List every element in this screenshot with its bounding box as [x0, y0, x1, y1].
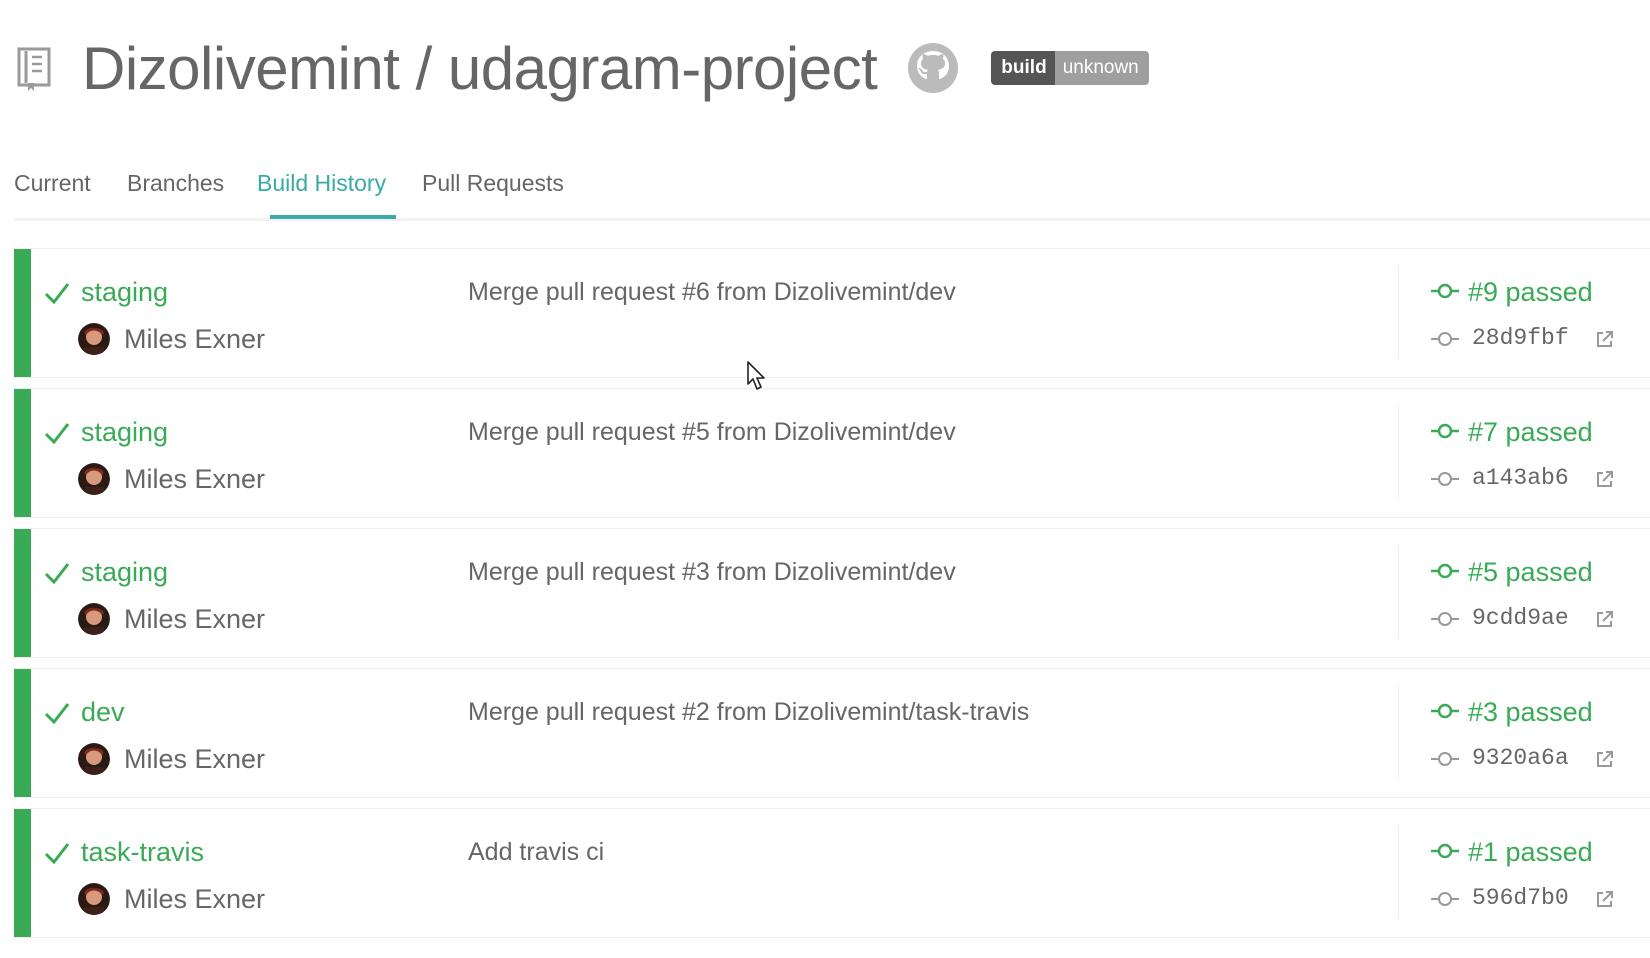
branch-name[interactable]: task-travis [81, 837, 204, 868]
commit-author: Miles Exner [124, 744, 266, 774]
divider [1398, 825, 1399, 919]
external-link-icon[interactable] [1595, 469, 1615, 489]
build-number[interactable]: #1 passed [1468, 837, 1593, 868]
external-link-icon[interactable] [1595, 749, 1615, 769]
commit-sha[interactable]: a143ab6 [1472, 465, 1569, 491]
commit-message[interactable]: Add travis ci [468, 838, 604, 867]
passed-check-icon [44, 423, 70, 445]
commit-sha[interactable]: 596d7b0 [1472, 885, 1569, 911]
build-row[interactable]: task-travis Miles Exner Add travis ci #1… [14, 808, 1650, 938]
status-bar [14, 809, 31, 937]
build-commit-icon [1431, 843, 1459, 859]
divider [1398, 405, 1399, 499]
external-link-icon[interactable] [1595, 609, 1615, 629]
commit-author: Miles Exner [124, 464, 266, 494]
status-bar [14, 669, 31, 797]
branch-name[interactable]: dev [81, 697, 125, 728]
tab-build-history[interactable]: Build History [257, 170, 386, 197]
repo-title[interactable]: Dizolivemint / udagram-project [82, 34, 878, 103]
commit-icon [1431, 752, 1459, 766]
build-status-badge[interactable]: build unknown [991, 51, 1149, 85]
commit-author: Miles Exner [124, 604, 266, 634]
badge-value: unknown [1054, 51, 1149, 85]
commit-message[interactable]: Merge pull request #5 from Dizolivemint/… [468, 418, 956, 447]
status-bar [14, 529, 31, 657]
avatar [78, 463, 110, 495]
badge-label: build [991, 51, 1055, 85]
build-number[interactable]: #5 passed [1468, 557, 1593, 588]
commit-icon [1431, 892, 1459, 906]
avatar [78, 323, 110, 355]
build-number[interactable]: #3 passed [1468, 697, 1593, 728]
divider [1398, 545, 1399, 639]
tab-pull-requests[interactable]: Pull Requests [422, 170, 564, 197]
build-commit-icon [1431, 703, 1459, 719]
status-bar [14, 249, 31, 377]
divider [1398, 685, 1399, 779]
passed-check-icon [44, 703, 70, 725]
build-commit-icon [1431, 423, 1459, 439]
branch-name[interactable]: staging [81, 417, 168, 448]
commit-author: Miles Exner [124, 884, 266, 914]
tab-branches[interactable]: Branches [127, 170, 224, 197]
commit-icon [1431, 332, 1459, 346]
commit-icon [1431, 612, 1459, 626]
repo-tabs: Current Branches Build History Pull Requ… [14, 160, 1650, 221]
build-history-list: staging Miles Exner Merge pull request #… [14, 248, 1650, 948]
commit-sha[interactable]: 28d9fbf [1472, 325, 1569, 351]
passed-check-icon [44, 843, 70, 865]
avatar [78, 743, 110, 775]
build-commit-icon [1431, 563, 1459, 579]
build-number[interactable]: #9 passed [1468, 277, 1593, 308]
avatar [78, 603, 110, 635]
commit-sha[interactable]: 9cdd9ae [1472, 605, 1569, 631]
branch-name[interactable]: staging [81, 277, 168, 308]
commit-message[interactable]: Merge pull request #6 from Dizolivemint/… [468, 278, 956, 307]
commit-message[interactable]: Merge pull request #3 from Dizolivemint/… [468, 558, 956, 587]
passed-check-icon [44, 563, 70, 585]
passed-check-icon [44, 283, 70, 305]
build-number[interactable]: #7 passed [1468, 417, 1593, 448]
commit-author: Miles Exner [124, 324, 266, 354]
commit-sha[interactable]: 9320a6a [1472, 745, 1569, 771]
build-row[interactable]: staging Miles Exner Merge pull request #… [14, 528, 1650, 658]
repo-header: Dizolivemint / udagram-project build unk… [16, 28, 1149, 108]
avatar [78, 883, 110, 915]
active-tab-indicator [270, 215, 396, 219]
github-icon[interactable] [907, 42, 959, 94]
build-commit-icon [1431, 283, 1459, 299]
build-row[interactable]: staging Miles Exner Merge pull request #… [14, 248, 1650, 378]
external-link-icon[interactable] [1595, 329, 1615, 349]
mouse-cursor-icon [747, 361, 765, 390]
external-link-icon[interactable] [1595, 889, 1615, 909]
build-row[interactable]: staging Miles Exner Merge pull request #… [14, 388, 1650, 518]
tab-current[interactable]: Current [14, 170, 91, 197]
divider [1398, 265, 1399, 359]
branch-name[interactable]: staging [81, 557, 168, 588]
repository-icon [16, 45, 56, 91]
build-row[interactable]: dev Miles Exner Merge pull request #2 fr… [14, 668, 1650, 798]
commit-message[interactable]: Merge pull request #2 from Dizolivemint/… [468, 698, 1029, 727]
status-bar [14, 389, 31, 517]
commit-icon [1431, 472, 1459, 486]
